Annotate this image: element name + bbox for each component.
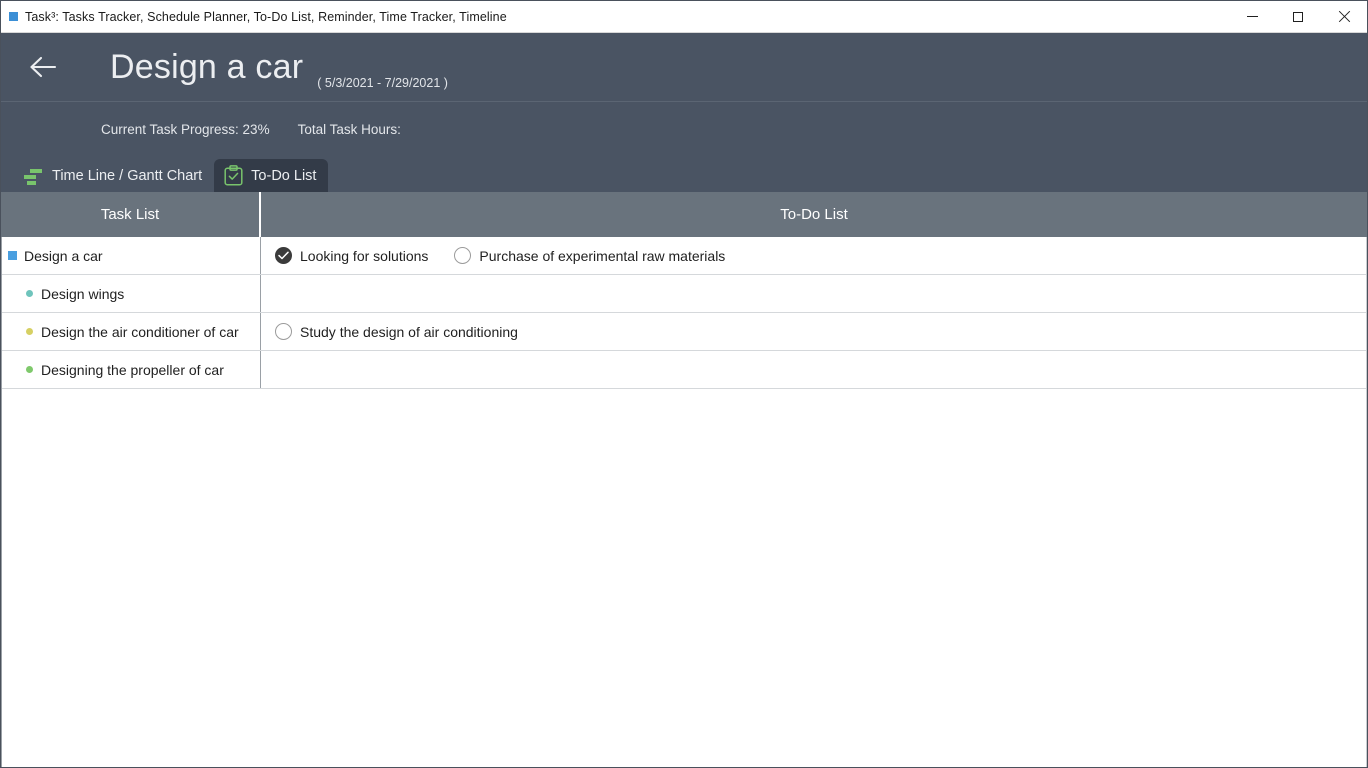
- back-arrow-icon: [30, 56, 57, 78]
- date-range-label: ( 5/3/2021 - 7/29/2021 ): [317, 76, 448, 90]
- title-bar: Task³: Tasks Tracker, Schedule Planner, …: [1, 1, 1367, 33]
- todo-item[interactable]: Study the design of air conditioning: [275, 323, 518, 340]
- task-name-cell[interactable]: Design the air conditioner of car: [2, 313, 261, 350]
- tab-todo-list-label: To-Do List: [251, 167, 317, 184]
- todo-item-label: Looking for solutions: [300, 247, 429, 264]
- tab-timeline-gantt-chart-label: Time Line / Gantt Chart: [52, 167, 203, 184]
- checkbox-unchecked-icon[interactable]: [454, 247, 472, 264]
- task-name-cell[interactable]: Design a car: [2, 237, 261, 274]
- task-bullet-icon: [8, 251, 17, 260]
- table-row[interactable]: Design wings: [2, 275, 1366, 313]
- table-row[interactable]: Design a car Looking for solutions Purchas…: [2, 237, 1366, 275]
- empty-table-area: [2, 389, 1366, 767]
- todo-list-cell[interactable]: [261, 275, 1366, 312]
- maximize-button[interactable]: [1275, 1, 1321, 32]
- total-task-hours-label: Total Task Hours:: [297, 122, 401, 137]
- tab-strip: Time Line / Gantt Chart To-Do List: [1, 157, 1367, 192]
- task-name-label: Design wings: [41, 285, 125, 302]
- task-name-label: Designing the propeller of car: [41, 361, 224, 378]
- page-title: Design a car: [110, 48, 304, 86]
- app-window: Task³: Tasks Tracker, Schedule Planner, …: [0, 0, 1368, 768]
- tab-todo-list[interactable]: To-Do List: [214, 159, 329, 192]
- task-name-label: Design a car: [24, 247, 103, 264]
- checkbox-checked-icon[interactable]: [275, 247, 292, 264]
- maximize-icon: [1293, 11, 1303, 22]
- table-row[interactable]: Design the air conditioner of car Study t…: [2, 313, 1366, 351]
- table-row[interactable]: Designing the propeller of car: [2, 351, 1366, 389]
- page-header: Design a car ( 5/3/2021 - 7/29/2021 ) Cu…: [1, 33, 1367, 192]
- gantt-chart-icon: [23, 165, 45, 187]
- task-bullet-icon: [26, 290, 33, 297]
- todo-item-label: Study the design of air conditioning: [300, 323, 518, 340]
- column-header-todo-list: To-Do List: [780, 206, 848, 223]
- close-icon: [1338, 11, 1350, 23]
- checkbox-unchecked-icon[interactable]: [275, 323, 292, 340]
- tab-timeline-gantt-chart[interactable]: Time Line / Gantt Chart: [15, 159, 214, 192]
- header-stats-row: Current Task Progress: 23% Total Task Ho…: [1, 102, 1367, 157]
- task-name-label: Design the air conditioner of car: [41, 323, 239, 340]
- task-progress-label: Current Task Progress: 23%: [101, 122, 270, 137]
- table-header: Task List To-Do List: [1, 192, 1367, 237]
- task-bullet-icon: [26, 366, 33, 373]
- column-header-task-list: Task List: [1, 192, 261, 237]
- todo-list-cell[interactable]: Looking for solutions Purchase of experim…: [261, 237, 1366, 274]
- todo-list-cell[interactable]: [261, 351, 1366, 388]
- todo-item[interactable]: Looking for solutions: [275, 247, 428, 264]
- task-name-cell[interactable]: Designing the propeller of car: [2, 351, 261, 388]
- todo-item[interactable]: Purchase of experimental raw materials: [454, 247, 725, 264]
- task-name-cell[interactable]: Design wings: [2, 275, 261, 312]
- window-title: Task³: Tasks Tracker, Schedule Planner, …: [25, 9, 507, 24]
- minimize-icon: [1246, 16, 1258, 17]
- clipboard-check-icon: [222, 165, 244, 187]
- back-button[interactable]: [21, 45, 65, 89]
- todo-item-label: Purchase of experimental raw materials: [479, 247, 726, 264]
- minimize-button[interactable]: [1229, 1, 1275, 32]
- todo-list-cell[interactable]: Study the design of air conditioning: [261, 313, 1366, 350]
- task-bullet-icon: [26, 328, 33, 335]
- app-square-icon: [9, 12, 18, 21]
- header-title-row: Design a car ( 5/3/2021 - 7/29/2021 ): [1, 33, 1367, 102]
- close-button[interactable]: [1321, 1, 1367, 32]
- content-area: Task List To-Do List Design a car Looking…: [1, 192, 1367, 767]
- table-body: Design a car Looking for solutions Purchas…: [1, 237, 1367, 767]
- window-controls: [1229, 1, 1367, 32]
